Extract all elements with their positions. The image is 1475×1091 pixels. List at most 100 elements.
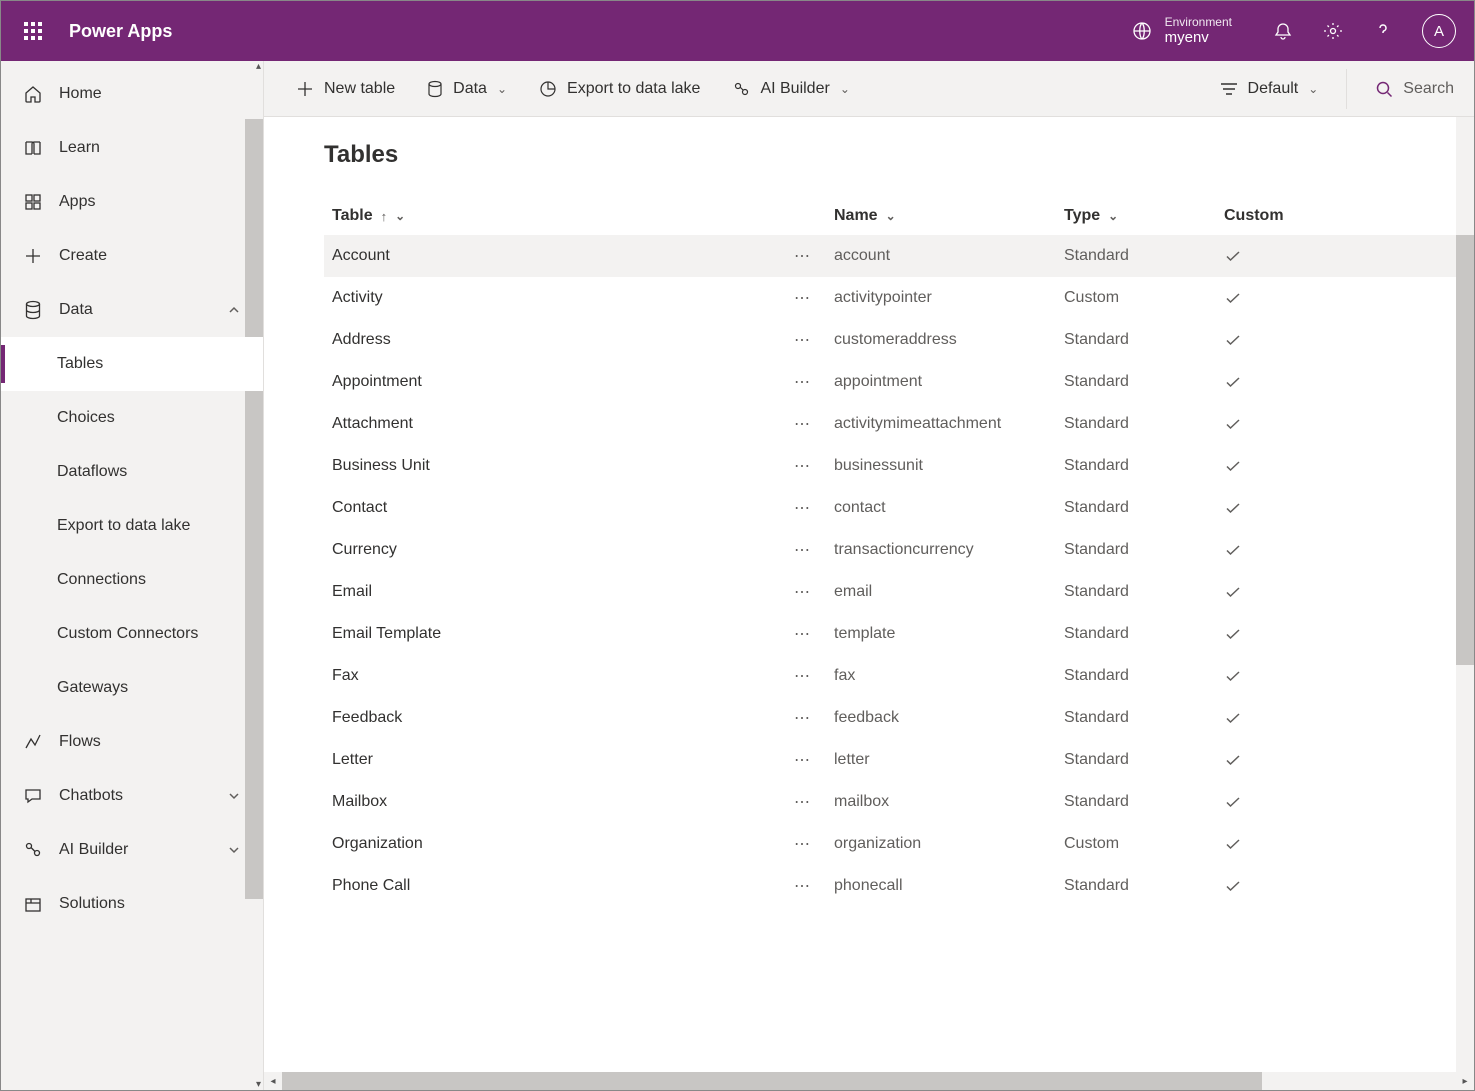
table-row[interactable]: Feedback⋯feedbackStandard — [324, 697, 1474, 739]
package-icon — [23, 894, 43, 914]
table-row[interactable]: Contact⋯contactStandard — [324, 487, 1474, 529]
table-row[interactable]: Letter⋯letterStandard — [324, 739, 1474, 781]
sidebar-item-home[interactable]: Home — [1, 67, 263, 121]
sidebar-item-gateways[interactable]: Gateways — [1, 661, 263, 715]
row-actions-button[interactable]: ⋯ — [794, 584, 812, 601]
row-actions-button[interactable]: ⋯ — [794, 668, 812, 685]
search-placeholder: Search — [1403, 80, 1454, 98]
row-actions-button[interactable]: ⋯ — [794, 416, 812, 433]
sidebar-item-connections[interactable]: Connections — [1, 553, 263, 607]
cell-type: Standard — [1064, 793, 1129, 811]
table-row[interactable]: Address⋯customeraddressStandard — [324, 319, 1474, 361]
cell-table: Email Template — [332, 625, 441, 643]
sidebar-item-label: Custom Connectors — [57, 625, 198, 643]
checkmark-icon — [1224, 877, 1242, 895]
column-header-type[interactable]: Type ⌄ — [1064, 207, 1224, 225]
notifications-button[interactable] — [1272, 20, 1294, 42]
ai-builder-menu-button[interactable]: AI Builder ⌄ — [720, 69, 861, 109]
row-actions-button[interactable]: ⋯ — [794, 500, 812, 517]
sidebar-item-custom-connectors[interactable]: Custom Connectors — [1, 607, 263, 661]
app-launcher-button[interactable] — [13, 11, 53, 51]
table-row[interactable]: Currency⋯transactioncurrencyStandard — [324, 529, 1474, 571]
row-actions-button[interactable]: ⋯ — [794, 794, 812, 811]
sidebar-item-chatbots[interactable]: Chatbots — [1, 769, 263, 823]
row-actions-button[interactable]: ⋯ — [794, 248, 812, 265]
sidebar-item-ai-builder[interactable]: AI Builder — [1, 823, 263, 877]
sidebar-item-export-to-data-lake[interactable]: Export to data lake — [1, 499, 263, 553]
help-button[interactable] — [1372, 20, 1394, 42]
table-row[interactable]: Mailbox⋯mailboxStandard — [324, 781, 1474, 823]
column-header-custom[interactable]: Custom — [1224, 207, 1284, 225]
table-row[interactable]: Fax⋯faxStandard — [324, 655, 1474, 697]
search-input[interactable]: Search — [1363, 80, 1454, 98]
scroll-right-arrow-icon: ▸ — [1456, 1076, 1474, 1087]
sidebar-scrollbar[interactable]: ▴ ▾ — [245, 61, 263, 1090]
sidebar-item-solutions[interactable]: Solutions — [1, 877, 263, 931]
sidebar-item-label: Tables — [57, 355, 103, 373]
row-actions-button[interactable]: ⋯ — [794, 836, 812, 853]
checkmark-icon — [1224, 247, 1242, 265]
cylinder-icon — [427, 80, 443, 98]
row-actions-button[interactable]: ⋯ — [794, 626, 812, 643]
sidebar-item-data[interactable]: Data — [1, 283, 263, 337]
table-row[interactable]: Organization⋯organizationCustom — [324, 823, 1474, 865]
column-header-table[interactable]: Table ↑ ⌄ — [324, 207, 794, 225]
cell-table: Phone Call — [332, 877, 410, 895]
sidebar-item-learn[interactable]: Learn — [1, 121, 263, 175]
view-selector-button[interactable]: Default ⌄ — [1208, 69, 1331, 109]
sidebar-item-label: Apps — [59, 193, 95, 211]
table-row[interactable]: Appointment⋯appointmentStandard — [324, 361, 1474, 403]
table-row[interactable]: Business Unit⋯businessunitStandard — [324, 445, 1474, 487]
row-actions-button[interactable]: ⋯ — [794, 458, 812, 475]
scroll-down-arrow-icon: ▾ — [256, 1079, 261, 1090]
sidebar-scrollbar-thumb[interactable] — [245, 119, 263, 899]
sidebar-item-dataflows[interactable]: Dataflows — [1, 445, 263, 499]
user-avatar[interactable]: A — [1422, 14, 1456, 48]
sidebar-item-choices[interactable]: Choices — [1, 391, 263, 445]
page-title: Tables — [324, 141, 1474, 169]
row-actions-button[interactable]: ⋯ — [794, 710, 812, 727]
row-actions-button[interactable]: ⋯ — [794, 878, 812, 895]
sidebar-item-label: Create — [59, 247, 107, 265]
chevron-down-icon: ⌄ — [840, 82, 850, 96]
cell-name: fax — [834, 667, 855, 685]
row-actions-button[interactable]: ⋯ — [794, 542, 812, 559]
cell-type: Standard — [1064, 877, 1129, 895]
sidebar-item-tables[interactable]: Tables — [1, 337, 263, 391]
sidebar-item-apps[interactable]: Apps — [1, 175, 263, 229]
command-bar: New table Data ⌄ Export to data lake AI … — [264, 61, 1474, 117]
cell-name: phonecall — [834, 877, 903, 895]
cell-table: Fax — [332, 667, 359, 685]
main-vertical-scrollbar-thumb[interactable] — [1456, 235, 1474, 665]
ai-icon — [23, 840, 43, 860]
table-row[interactable]: Account⋯accountStandard — [324, 235, 1474, 277]
table-row[interactable]: Email Template⋯templateStandard — [324, 613, 1474, 655]
environment-picker[interactable]: Environment myenv — [1131, 15, 1232, 47]
cell-type: Standard — [1064, 751, 1129, 769]
column-header-name[interactable]: Name ⌄ — [834, 207, 1064, 225]
new-table-button[interactable]: New table — [284, 69, 407, 109]
table-row[interactable]: Phone Call ⋯ phonecall Standard — [324, 865, 1474, 907]
row-actions-button[interactable]: ⋯ — [794, 374, 812, 391]
main-horizontal-scrollbar[interactable]: ◂ ▸ — [264, 1072, 1474, 1090]
cell-type: Standard — [1064, 583, 1129, 601]
export-data-lake-button[interactable]: Export to data lake — [527, 69, 712, 109]
data-menu-button[interactable]: Data ⌄ — [415, 69, 519, 109]
cell-name: activitypointer — [834, 289, 932, 307]
checkmark-icon — [1224, 499, 1242, 517]
sidebar-item-create[interactable]: Create — [1, 229, 263, 283]
row-actions-button[interactable]: ⋯ — [794, 332, 812, 349]
sidebar-item-flows[interactable]: Flows — [1, 715, 263, 769]
sidebar-item-label: Export to data lake — [57, 517, 190, 535]
table-row[interactable]: Attachment⋯activitymimeattachmentStandar… — [324, 403, 1474, 445]
settings-button[interactable] — [1322, 20, 1344, 42]
table-row[interactable]: Activity⋯activitypointerCustom — [324, 277, 1474, 319]
row-actions-button[interactable]: ⋯ — [794, 752, 812, 769]
checkmark-icon — [1224, 373, 1242, 391]
export-label: Export to data lake — [567, 80, 700, 98]
main-vertical-scrollbar[interactable] — [1456, 117, 1474, 1072]
sort-ascending-icon: ↑ — [381, 209, 388, 224]
row-actions-button[interactable]: ⋯ — [794, 290, 812, 307]
table-row[interactable]: Email⋯emailStandard — [324, 571, 1474, 613]
main-horizontal-scrollbar-thumb[interactable] — [282, 1072, 1262, 1090]
